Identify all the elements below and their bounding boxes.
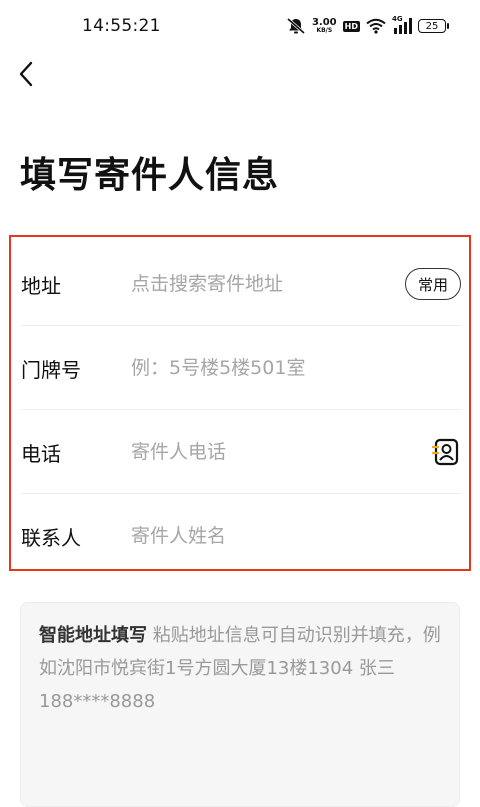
contact-label: 联系人 <box>21 525 81 550</box>
house-number-label: 门牌号 <box>21 357 81 382</box>
hd-badge: HD <box>342 20 360 32</box>
sender-form: 地址 常用 门牌号 电话 联系人 <box>9 235 471 571</box>
house-number-input[interactable] <box>131 357 461 379</box>
cell-signal-icon: 4G <box>392 15 412 34</box>
network-type-label: 4G <box>392 15 403 23</box>
address-label: 地址 <box>21 273 61 298</box>
contact-row: 联系人 <box>21 494 461 578</box>
bell-off-icon <box>286 17 306 35</box>
house-number-row: 门牌号 <box>21 326 461 410</box>
wifi-icon <box>366 18 386 34</box>
chevron-left-icon <box>19 61 33 87</box>
battery-icon: 25 <box>418 19 449 33</box>
status-time: 14:55:21 <box>82 16 161 36</box>
phone-row: 电话 <box>21 410 461 494</box>
address-input[interactable] <box>131 273 405 295</box>
net-speed-unit: KB/S <box>316 27 333 34</box>
page: 14:55:21 3.00 KB/S HD 4G 25 填写寄件人信息 地址 点… <box>0 0 480 807</box>
net-speed: 3.00 KB/S <box>312 18 337 34</box>
battery-level: 25 <box>425 20 439 32</box>
contact-book-icon <box>432 438 459 466</box>
smart-address-title: 智能地址填写 <box>39 625 147 646</box>
page-title: 填写寄件人信息 <box>20 155 280 196</box>
common-address-button[interactable]: 常用 <box>405 268 461 300</box>
phone-input[interactable] <box>131 441 431 463</box>
back-button[interactable] <box>8 56 44 92</box>
phone-label: 电话 <box>21 441 61 466</box>
status-bar: 14:55:21 3.00 KB/S HD 4G 25 <box>0 0 480 54</box>
address-row: 地址 常用 <box>21 242 461 326</box>
status-icons: 3.00 KB/S HD 4G 25 <box>286 14 449 38</box>
contact-book-button[interactable] <box>431 437 461 467</box>
smart-address-text: 智能地址填写 粘贴地址信息可自动识别并填充，例如沈阳市悦宾街1号方圆大厦13楼1… <box>39 619 443 718</box>
smart-address-box[interactable]: 智能地址填写 粘贴地址信息可自动识别并填充，例如沈阳市悦宾街1号方圆大厦13楼1… <box>20 602 460 807</box>
contact-input[interactable] <box>131 525 461 547</box>
